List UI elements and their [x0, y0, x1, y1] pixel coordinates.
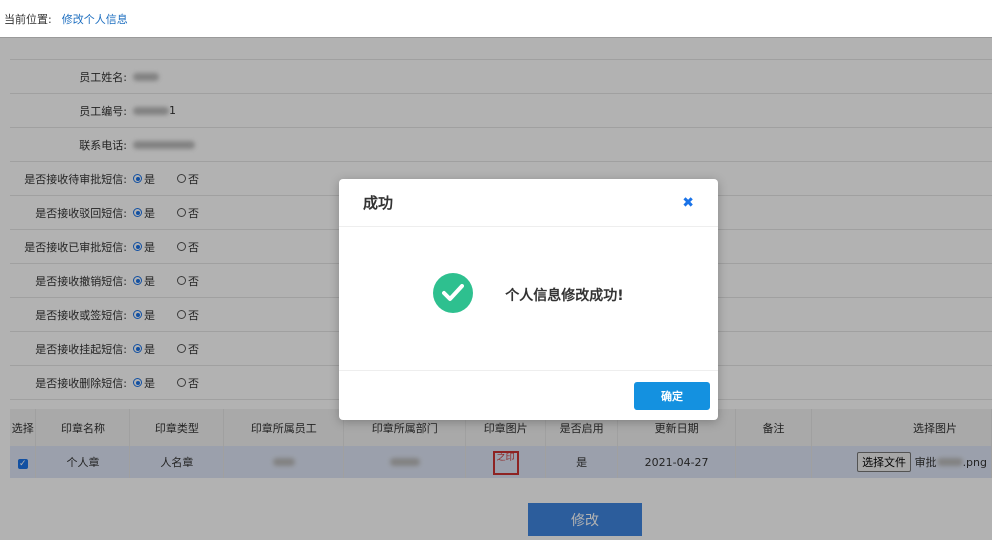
close-icon[interactable]: ✖: [682, 195, 694, 211]
success-check-icon: [433, 272, 474, 313]
breadcrumb: 当前位置: 修改个人信息: [0, 0, 992, 37]
dialog-footer: 确定: [339, 371, 718, 419]
confirm-button[interactable]: 确定: [634, 382, 710, 410]
success-dialog: 成功 ✖ 个人信息修改成功! 确定: [339, 179, 718, 420]
breadcrumb-current[interactable]: 修改个人信息: [62, 11, 128, 27]
dialog-header: 成功 ✖: [339, 179, 718, 227]
dialog-title: 成功: [363, 194, 394, 212]
dialog-body: 个人信息修改成功!: [339, 227, 718, 371]
breadcrumb-label: 当前位置:: [4, 12, 52, 26]
dialog-message: 个人信息修改成功!: [505, 287, 624, 304]
